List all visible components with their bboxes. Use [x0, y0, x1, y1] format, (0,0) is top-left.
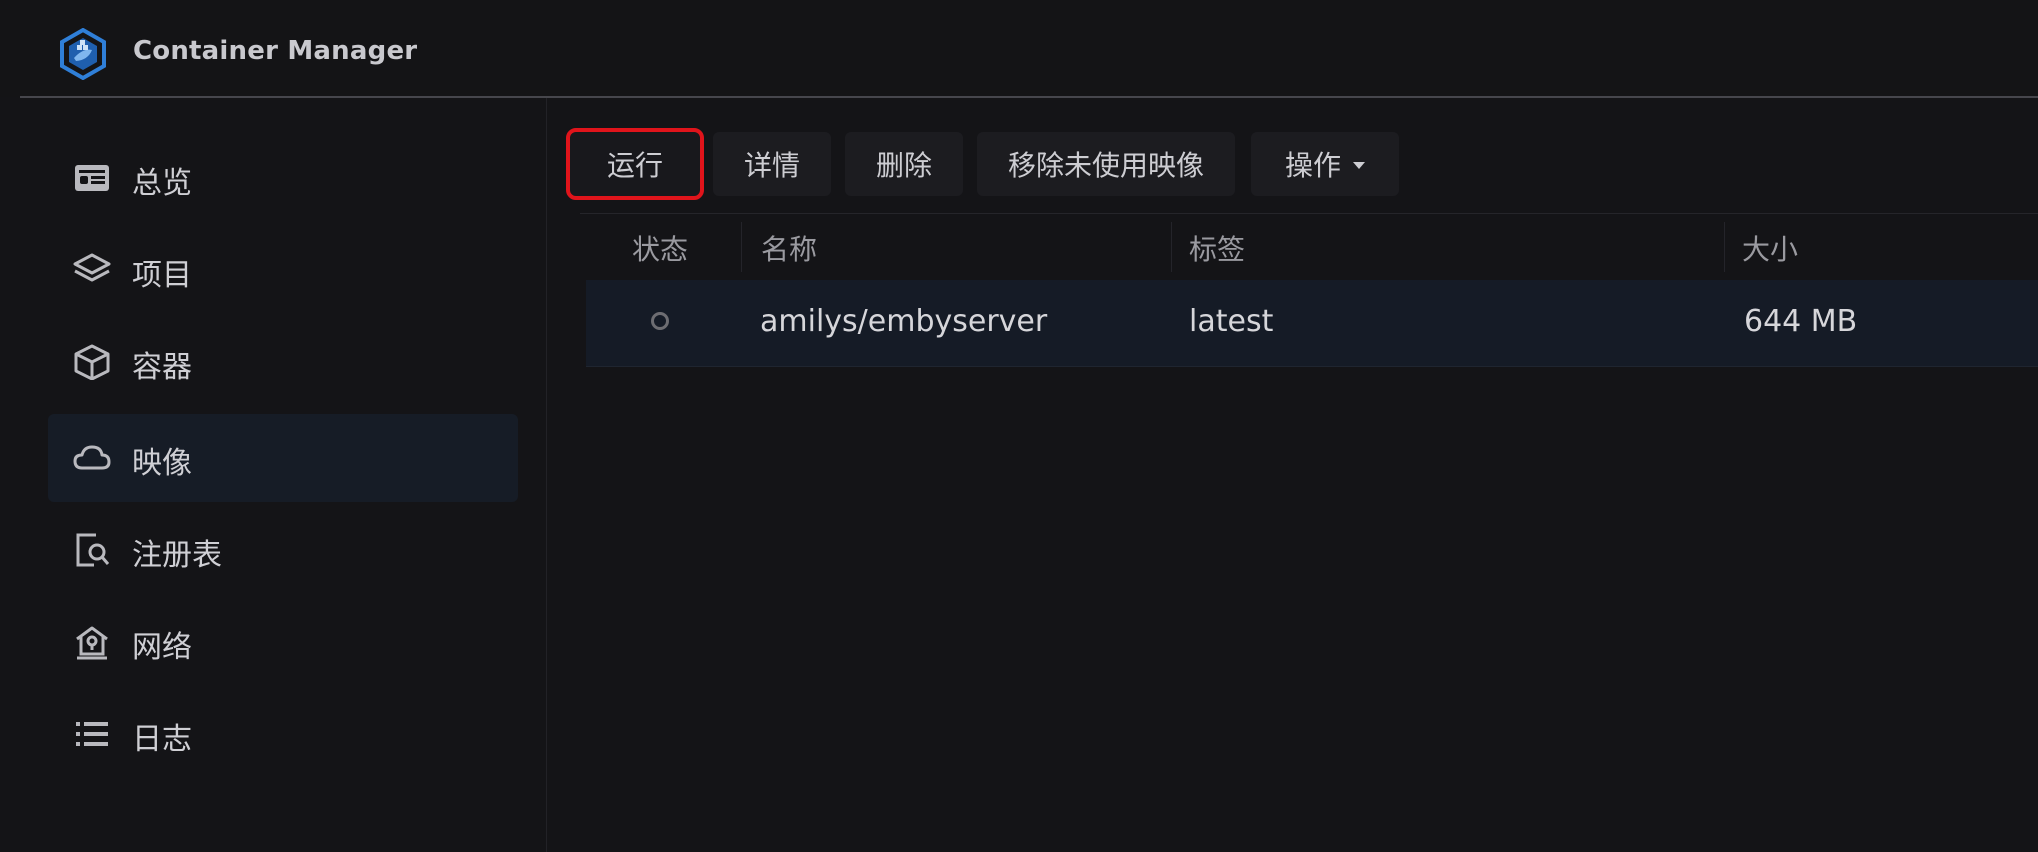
run-button[interactable]: 运行	[566, 128, 704, 200]
container-manager-logo-icon	[60, 28, 106, 80]
sidebar-item-projects[interactable]: 项目	[48, 226, 518, 314]
column-resizer[interactable]	[1724, 222, 1725, 272]
main-content	[547, 98, 2038, 852]
sidebar-item-logs[interactable]: 日志	[48, 690, 518, 778]
app-title: Container Manager	[133, 36, 418, 66]
sidebar-item-overview[interactable]: 总览	[48, 134, 518, 222]
actions-button-label: 操作	[1284, 149, 1341, 182]
sidebar-item-label: 总览	[132, 166, 192, 201]
list-icon	[76, 722, 108, 746]
delete-button-label: 删除	[875, 149, 932, 182]
registry-search-icon	[76, 533, 110, 567]
remove-unused-images-button[interactable]: 移除未使用映像	[977, 132, 1235, 196]
details-button-label: 详情	[743, 149, 800, 182]
toolbar-divider	[580, 213, 2038, 214]
layers-icon	[73, 253, 111, 282]
cube-icon	[74, 344, 110, 380]
network-home-icon	[76, 626, 108, 660]
column-header-size[interactable]: 大小	[1742, 228, 1798, 268]
sidebar-item-label: 日志	[132, 722, 192, 757]
sidebar-item-containers[interactable]: 容器	[48, 318, 518, 406]
sidebar-item-label: 容器	[132, 350, 192, 385]
column-header-tag[interactable]: 标签	[1189, 228, 1245, 268]
column-header-status[interactable]: 状态	[632, 228, 688, 268]
run-button-label: 运行	[606, 149, 663, 182]
image-size-cell: 644 MB	[1744, 304, 1858, 339]
image-name-cell: amilys/embyserver	[760, 304, 1048, 339]
actions-dropdown-button[interactable]: 操作	[1251, 132, 1399, 196]
details-button[interactable]: 详情	[713, 132, 831, 196]
sidebar-item-images[interactable]: 映像	[48, 414, 518, 502]
overview-card-icon	[75, 165, 109, 191]
sidebar-item-label: 映像	[132, 446, 192, 481]
sidebar-item-registry[interactable]: 注册表	[48, 506, 518, 594]
image-tag-cell: latest	[1189, 304, 1274, 339]
sidebar-item-network[interactable]: 网络	[48, 598, 518, 686]
app-header: Container Manager	[0, 0, 2038, 97]
remove-unused-images-label: 移除未使用映像	[1007, 149, 1204, 182]
sidebar-item-label: 注册表	[132, 538, 222, 573]
status-stopped-icon	[651, 312, 669, 330]
column-resizer[interactable]	[1171, 222, 1172, 272]
caret-down-icon	[1353, 161, 1365, 169]
cloud-icon	[73, 445, 111, 470]
delete-button[interactable]: 删除	[845, 132, 963, 196]
column-resizer[interactable]	[741, 222, 742, 272]
sidebar-item-label: 网络	[132, 630, 192, 665]
column-header-name[interactable]: 名称	[761, 228, 817, 268]
sidebar-item-label: 项目	[132, 258, 192, 293]
